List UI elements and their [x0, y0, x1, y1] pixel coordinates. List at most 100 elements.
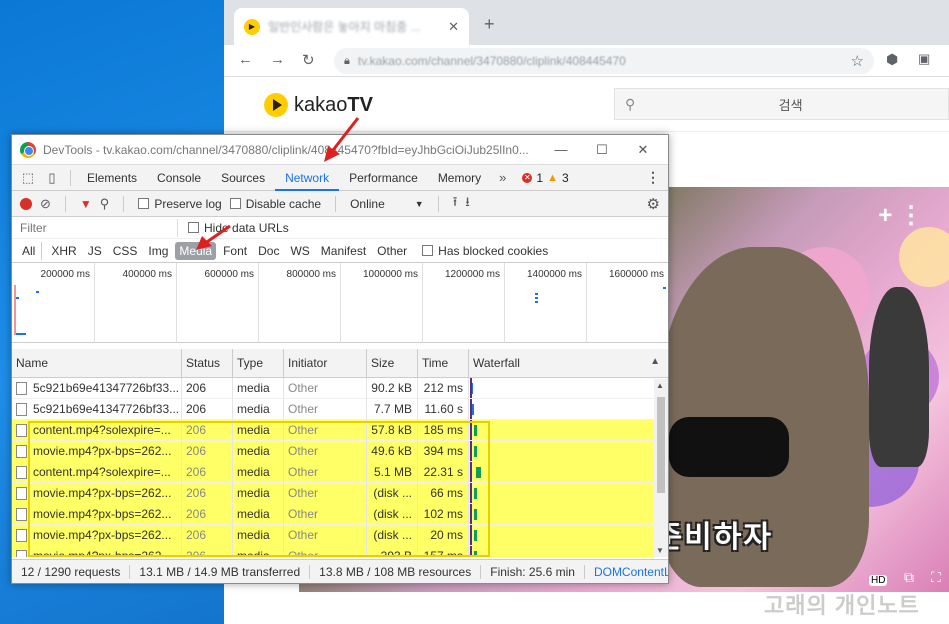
cell-time: 66 ms	[418, 483, 469, 503]
cell-waterfall	[469, 483, 668, 503]
import-har-icon[interactable]: ⭱	[453, 193, 458, 215]
issue-counts[interactable]: ✕ 1 ▲ 3	[522, 171, 569, 185]
inspect-element-icon[interactable]: ⬚	[16, 170, 40, 186]
overview-dot	[16, 297, 19, 299]
fullscreen-icon[interactable]: ⛶	[931, 569, 941, 586]
table-body: 5c921b69e41347726bf33... 206 media Other 90.…	[12, 378, 668, 557]
column-initiator[interactable]: Initiator	[284, 349, 367, 377]
table-row[interactable]: movie.mp4?px-bps=262... 206 media Other (dis…	[12, 504, 668, 525]
more-tabs-icon[interactable]: »	[491, 170, 514, 185]
cell-size: (disk ...	[367, 504, 418, 524]
hd-badge[interactable]: HD	[869, 575, 888, 586]
type-other[interactable]: Other	[373, 242, 411, 260]
new-tab-icon[interactable]: +	[484, 14, 495, 35]
device-toolbar-icon[interactable]: ▯	[40, 170, 64, 186]
kebab-menu-icon[interactable]: ⋮	[646, 169, 660, 186]
table-row[interactable]: content.mp4?solexpire=... 206 media Other 5.…	[12, 462, 668, 483]
search-icon[interactable]: ⚲	[100, 196, 110, 212]
hide-data-urls-checkbox[interactable]: Hide data URLs	[188, 221, 289, 235]
table-row[interactable]: movie.mp4?px-bps=262... 206 media Other 393 …	[12, 546, 668, 557]
type-xhr[interactable]: XHR	[47, 242, 80, 260]
table-row[interactable]: content.mp4?solexpire=... 206 media Other 57…	[12, 420, 668, 441]
throttling-select[interactable]: Online ▼	[350, 197, 424, 211]
cell-waterfall	[469, 378, 668, 398]
blocked-cookies-checkbox[interactable]: Has blocked cookies	[422, 244, 548, 258]
maximize-icon[interactable]: ☐	[585, 142, 619, 158]
extension-icon[interactable]: ⬢	[886, 51, 898, 68]
type-css[interactable]: CSS	[109, 242, 142, 260]
table-row[interactable]: movie.mp4?px-bps=262... 206 media Other (dis…	[12, 525, 668, 546]
table-row[interactable]: movie.mp4?px-bps=262... 206 media Other 49.6…	[12, 441, 668, 462]
export-har-icon[interactable]: ⭳	[465, 193, 470, 215]
type-media[interactable]: Media	[175, 241, 217, 260]
cell-initiator: Other	[284, 483, 367, 503]
cell-status: 206	[182, 441, 233, 461]
tab-network[interactable]: Network	[275, 165, 340, 191]
disable-cache-checkbox[interactable]: Disable cache	[229, 197, 321, 211]
sort-up-icon: ▲	[650, 356, 660, 367]
preserve-log-checkbox[interactable]: Preserve log	[138, 197, 222, 211]
divider	[123, 195, 125, 212]
cell-type: media	[233, 546, 284, 557]
back-icon[interactable]: ←	[238, 51, 253, 68]
bookmark-star-icon[interactable]: ☆	[851, 52, 864, 70]
kakaotv-logo[interactable]: kakao TV	[264, 93, 373, 117]
type-doc[interactable]: Doc	[254, 242, 283, 260]
tab-console[interactable]: Console	[147, 165, 211, 191]
record-icon[interactable]	[20, 197, 32, 210]
close-icon[interactable]: ✕	[448, 19, 459, 35]
type-manifest[interactable]: Manifest	[317, 242, 370, 260]
column-status[interactable]: Status	[182, 349, 233, 377]
scroll-up-icon[interactable]: ▲	[656, 381, 664, 390]
tab-strip: ▶ 일반인사람은 놓아지 마침중 ... ✕ +	[224, 0, 949, 45]
profile-icon[interactable]: ▣	[918, 51, 930, 67]
cell-time: 394 ms	[418, 441, 469, 461]
browser-tab[interactable]: ▶ 일반인사람은 놓아지 마침중 ... ✕	[234, 8, 469, 45]
scroll-down-icon[interactable]: ▼	[656, 546, 664, 555]
overview-tick-label: 1400000 ms	[526, 269, 582, 280]
clear-icon[interactable]: ⊘	[40, 196, 51, 212]
reload-icon[interactable]: ↻	[302, 51, 315, 69]
cell-name: content.mp4?solexpire=...	[12, 420, 182, 440]
table-row[interactable]: movie.mp4?px-bps=262... 206 media Other (dis…	[12, 483, 668, 504]
overview-tick-label: 1000000 ms	[362, 269, 418, 280]
filter-icon[interactable]: ▼	[80, 197, 92, 211]
mask-shape	[669, 417, 789, 477]
type-img[interactable]: Img	[144, 242, 172, 260]
type-ws[interactable]: WS	[286, 242, 313, 260]
minimize-icon[interactable]: —	[544, 142, 578, 157]
tab-performance[interactable]: Performance	[339, 165, 428, 191]
table-row[interactable]: 5c921b69e41347726bf33... 206 media Other 7.7…	[12, 399, 668, 420]
column-time[interactable]: Time	[418, 349, 469, 377]
column-size[interactable]: Size	[367, 349, 418, 377]
cell-type: media	[233, 378, 284, 398]
type-font[interactable]: Font	[219, 242, 251, 260]
scroll-thumb[interactable]	[657, 397, 665, 493]
search-input[interactable]: ⚲ 검색	[614, 88, 949, 120]
table-header: Name Status Type Initiator Size Time Wat…	[12, 349, 668, 378]
hide-data-urls-label: Hide data URLs	[204, 220, 289, 235]
gear-icon[interactable]: ⚙	[647, 195, 660, 213]
blocked-cookies-label: Has blocked cookies	[438, 243, 549, 258]
filter-input[interactable]	[18, 218, 178, 237]
scrollbar[interactable]: ▲ ▼	[654, 379, 668, 557]
cell-time: 157 ms	[418, 546, 469, 557]
tab-elements[interactable]: Elements	[77, 165, 147, 191]
tab-sources[interactable]: Sources	[211, 165, 275, 191]
address-bar[interactable]: 🔒︎ tv.kakao.com/channel/3470880/cliplink…	[334, 48, 874, 74]
type-js[interactable]: JS	[84, 242, 106, 260]
type-all[interactable]: All	[18, 241, 43, 260]
table-row[interactable]: 5c921b69e41347726bf33... 206 media Other 90.…	[12, 378, 668, 399]
devtools-title: DevTools - tv.kakao.com/channel/3470880/…	[43, 142, 529, 157]
column-type[interactable]: Type	[233, 349, 284, 377]
cell-name: movie.mp4?px-bps=262...	[12, 441, 182, 461]
column-name[interactable]: Name	[12, 349, 182, 377]
tab-memory[interactable]: Memory	[428, 165, 491, 191]
overview-dot	[535, 293, 538, 295]
network-overview[interactable]: 200000 ms 400000 ms 600000 ms 800000 ms …	[12, 263, 668, 343]
column-waterfall[interactable]: Waterfall ▲	[469, 349, 668, 377]
close-icon[interactable]: ✕	[626, 142, 660, 158]
plus-icon[interactable]: + ⋮	[878, 201, 923, 230]
forward-icon[interactable]: →	[270, 51, 285, 68]
pip-icon[interactable]: ⧉	[904, 569, 914, 586]
